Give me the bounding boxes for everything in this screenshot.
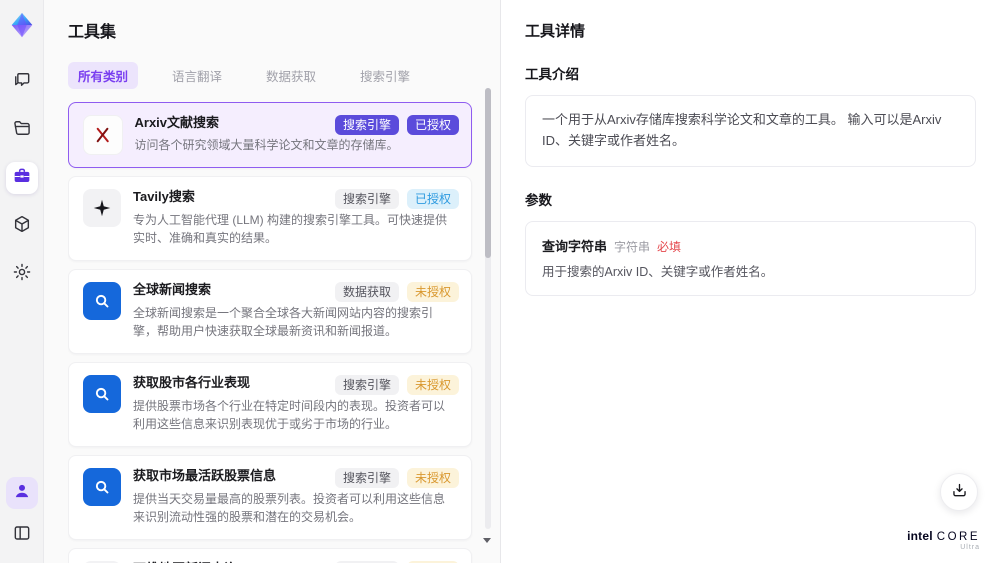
tool-card[interactable]: Arxiv文献搜索 访问各个研究领域大量科学论文和文章的存储库。 搜索引擎 已授… bbox=[68, 102, 472, 168]
tool-name: 获取市场最活跃股票信息 bbox=[133, 467, 277, 483]
app-logo-icon[interactable] bbox=[7, 10, 37, 40]
tool-cards: Arxiv文献搜索 访问各个研究领域大量科学论文和文章的存储库。 搜索引擎 已授… bbox=[68, 102, 500, 563]
intel-core-logo: intel CORE Ultra bbox=[907, 529, 980, 551]
newspaper-blue-icon bbox=[83, 467, 121, 506]
intro-box: 一个用于从Arxiv存储库搜索科学论文和文章的工具。 输入可以是Arxiv ID… bbox=[525, 95, 976, 167]
intro-text: 一个用于从Arxiv存储库搜索科学论文和文章的工具。 输入可以是Arxiv ID… bbox=[542, 112, 942, 148]
tool-name: 获取股市各行业表现 bbox=[133, 374, 251, 390]
tool-auth-badge: 未授权 bbox=[406, 374, 459, 395]
sidebar-item-panel[interactable] bbox=[6, 519, 38, 551]
tab[interactable]: 搜索引擎 bbox=[350, 62, 420, 89]
scroll-down-caret[interactable] bbox=[483, 538, 491, 543]
gear-icon bbox=[12, 262, 32, 287]
brand-intel: intel bbox=[907, 529, 933, 543]
download-icon bbox=[950, 481, 969, 503]
tool-auth-badge: 已授权 bbox=[406, 115, 459, 135]
sidebar-item-user[interactable] bbox=[5, 477, 38, 509]
tool-description: 专为人工智能代理 (LLM) 构建的搜索引擎工具。可快速提供实时、准确和真实的结… bbox=[133, 212, 448, 245]
download-button[interactable] bbox=[940, 473, 978, 511]
toolbox-icon bbox=[12, 166, 32, 191]
tool-category-badge: 数据获取 bbox=[334, 281, 399, 302]
tab-label: 语言翻译 bbox=[172, 70, 223, 84]
tool-auth-badge: 未授权 bbox=[406, 281, 459, 302]
tool-card[interactable]: 获取股市各行业表现 提供股票市场各个行业在特定时间段内的表现。投资者可以利用这些… bbox=[68, 361, 472, 447]
scrollbar-thumb[interactable] bbox=[485, 88, 491, 258]
tab-label: 搜索引擎 bbox=[360, 70, 411, 84]
sidebar-item-toolbox[interactable] bbox=[5, 162, 38, 194]
tool-description: 访问各个研究领域大量科学论文和文章的存储库。 bbox=[134, 138, 399, 153]
blue-search-icon bbox=[83, 374, 121, 413]
brand-core: CORE bbox=[936, 531, 980, 543]
chat-icon bbox=[12, 70, 32, 95]
tool-name: 全球新闻搜索 bbox=[133, 281, 212, 297]
tool-description: 全球新闻搜索是一个聚合全球各大新闻网站内容的搜索引擎，帮助用户快速获取全球最新资… bbox=[133, 305, 434, 338]
folder-icon bbox=[12, 118, 32, 143]
sidebar-item-folder[interactable] bbox=[6, 114, 38, 146]
tab[interactable]: 语言翻译 bbox=[162, 62, 232, 89]
tool-card[interactable]: Tavily搜索 专为人工智能代理 (LLM) 构建的搜索引擎工具。可快速提供实… bbox=[68, 176, 472, 261]
tool-auth-badge: 已授权 bbox=[406, 189, 459, 209]
tool-category-badge: 搜索引擎 bbox=[334, 467, 399, 488]
tool-name: Arxiv文献搜索 bbox=[134, 114, 220, 130]
tool-card[interactable]: 获取市场最活跃股票信息 提供当天交易量最高的股票列表。投资者可以利用这些信息来识… bbox=[68, 454, 472, 540]
intro-heading: 工具介绍 bbox=[525, 67, 579, 82]
brand-tier: Ultra bbox=[960, 544, 980, 551]
arxiv-icon bbox=[82, 114, 123, 155]
app: 工具集 所有类别 语言翻译 数据获取 搜索引擎 Arxiv文献搜索 访问各个研究… bbox=[0, 0, 1000, 563]
tool-detail-panel: 工具详情 工具介绍 一个用于从Arxiv存储库搜索科学论文和文章的工具。 输入可… bbox=[500, 0, 1000, 563]
param-required-badge: 必填 bbox=[657, 239, 682, 254]
tool-card[interactable]: 万维地区新闻查询 查询具体行政区划内的新闻，快速了解各地新闻动 搜索引擎 未授权 bbox=[68, 547, 472, 563]
blue-search-icon bbox=[83, 281, 121, 320]
tool-auth-badge: 未授权 bbox=[406, 467, 459, 488]
params-box: 查询字符串 字符串 必填 用于搜索的Arxiv ID、关键字或作者姓名。 bbox=[525, 220, 976, 297]
panel-icon bbox=[12, 523, 32, 548]
detail-title: 工具详情 bbox=[525, 23, 586, 40]
category-tabs: 所有类别 语言翻译 数据获取 搜索引擎 bbox=[68, 62, 500, 89]
list-scrollbar[interactable] bbox=[485, 88, 491, 529]
tool-list-panel: 工具集 所有类别 语言翻译 数据获取 搜索引擎 Arxiv文献搜索 访问各个研究… bbox=[44, 0, 500, 563]
tool-category-badge: 搜索引擎 bbox=[334, 115, 399, 135]
tool-description: 提供股票市场各个行业在特定时间段内的表现。投资者可以利用这些信息来识别表现优于或… bbox=[133, 398, 446, 431]
cube-icon bbox=[12, 214, 32, 239]
tool-name: Tavily搜索 bbox=[133, 189, 195, 204]
parameter-item: 查询字符串 字符串 必填 用于搜索的Arxiv ID、关键字或作者姓名。 bbox=[542, 236, 959, 282]
param-name: 查询字符串 bbox=[542, 238, 608, 254]
sparkle-icon bbox=[83, 189, 121, 227]
sidebar-bottom bbox=[5, 477, 38, 551]
tab[interactable]: 所有类别 bbox=[68, 62, 139, 89]
param-type: 字符串 bbox=[614, 239, 651, 254]
params-heading: 参数 bbox=[525, 192, 552, 208]
tool-card[interactable]: 全球新闻搜索 全球新闻搜索是一个聚合全球各大新闻网站内容的搜索引擎，帮助用户快速… bbox=[68, 268, 472, 354]
tab-label: 数据获取 bbox=[266, 70, 317, 84]
page-title: 工具集 bbox=[68, 24, 117, 41]
sidebar-item-chat[interactable] bbox=[6, 66, 38, 98]
sidebar-nav bbox=[5, 66, 38, 290]
tool-category-badge: 搜索引擎 bbox=[334, 374, 399, 395]
param-description: 用于搜索的Arxiv ID、关键字或作者姓名。 bbox=[542, 264, 774, 279]
sidebar-item-gear[interactable] bbox=[6, 258, 38, 290]
tool-description: 提供当天交易量最高的股票列表。投资者可以利用这些信息来识别流动性强的股票和潜在的… bbox=[133, 491, 446, 524]
sidebar bbox=[0, 0, 44, 563]
tab-label: 所有类别 bbox=[78, 70, 129, 84]
tool-category-badge: 搜索引擎 bbox=[334, 189, 399, 209]
sidebar-item-cube[interactable] bbox=[6, 210, 38, 242]
tab[interactable]: 数据获取 bbox=[256, 62, 326, 89]
user-icon bbox=[12, 481, 32, 506]
